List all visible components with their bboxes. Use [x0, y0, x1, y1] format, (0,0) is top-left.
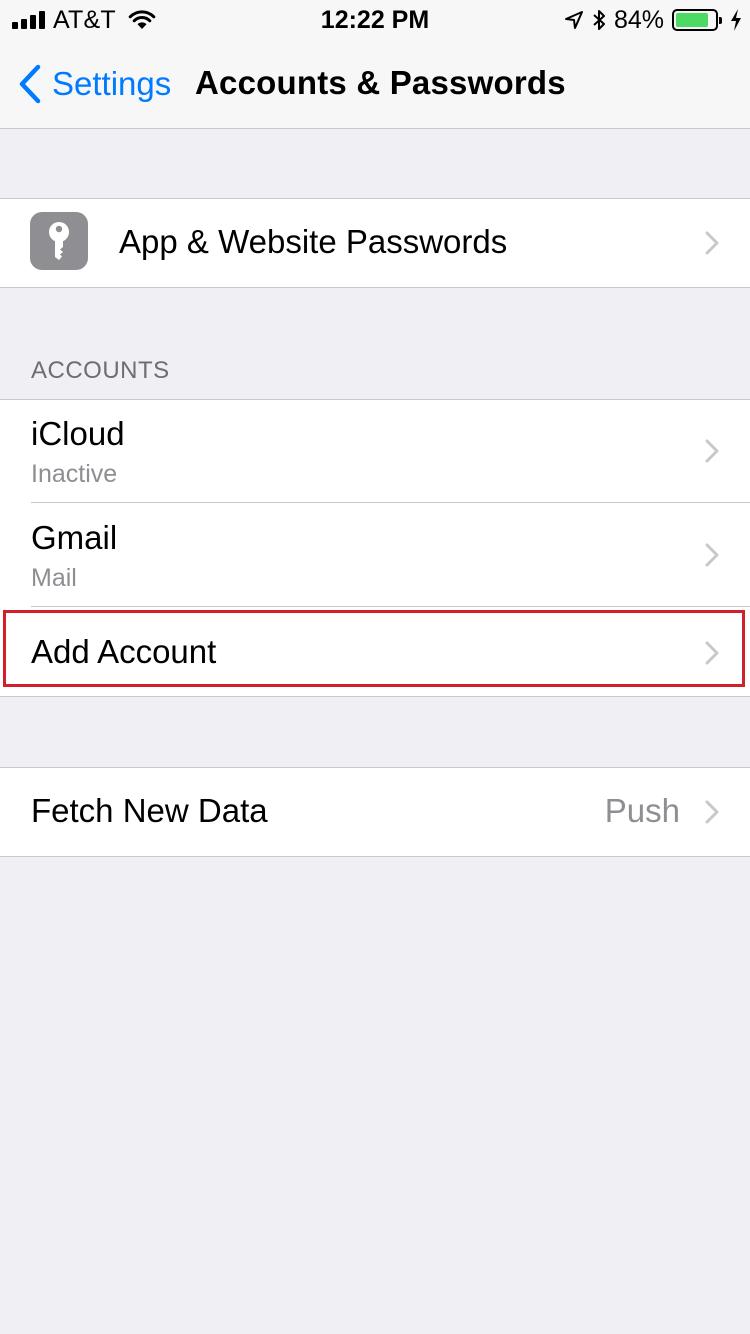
battery-fill: [676, 13, 708, 27]
fetch-group: Fetch New Data Push: [0, 767, 750, 857]
account-title: Gmail: [31, 519, 118, 556]
account-row-gmail[interactable]: Gmail Mail: [0, 503, 750, 607]
add-account-label: Add Account: [31, 633, 217, 670]
passwords-group: App & Website Passwords: [0, 198, 750, 288]
battery-icon: [672, 9, 722, 31]
chevron-right-icon: [705, 543, 719, 567]
app-website-passwords-row[interactable]: App & Website Passwords: [0, 199, 750, 287]
back-button[interactable]: Settings: [18, 62, 171, 106]
back-button-label: Settings: [52, 65, 172, 102]
accounts-section-header: ACCOUNTS: [31, 357, 170, 384]
account-subtitle: Mail: [31, 564, 77, 592]
status-right: 84%: [564, 6, 742, 34]
account-row-icloud[interactable]: iCloud Inactive: [0, 400, 750, 503]
chevron-right-icon: [705, 800, 719, 824]
status-bar: AT&T 12:22 PM 84%: [0, 0, 750, 40]
battery-percent: 84%: [613, 5, 664, 34]
page-title: Accounts & Passwords: [195, 64, 566, 101]
app-website-passwords-label: App & Website Passwords: [119, 223, 508, 260]
bluetooth-icon: [593, 10, 605, 30]
fetch-new-data-label: Fetch New Data: [31, 792, 268, 829]
chevron-right-icon: [705, 231, 719, 255]
charging-bolt-icon: [731, 9, 741, 31]
account-subtitle: Inactive: [31, 460, 118, 488]
account-title: iCloud: [31, 415, 125, 452]
add-account-row[interactable]: Add Account: [0, 607, 750, 696]
fetch-new-data-row[interactable]: Fetch New Data Push: [0, 768, 750, 856]
chevron-left-icon: [19, 64, 41, 104]
chevron-right-icon: [705, 641, 719, 665]
chevron-right-icon: [705, 439, 719, 463]
accounts-group: iCloud Inactive Gmail Mail Add Account: [0, 399, 750, 697]
top-bar: AT&T 12:22 PM 84% Settings Accounts & Pa…: [0, 0, 750, 129]
fetch-new-data-value: Push: [604, 792, 680, 829]
key-icon: [30, 212, 88, 270]
settings-screen: AT&T 12:22 PM 84% Settings Accounts & Pa…: [0, 0, 750, 1334]
location-arrow-icon: [564, 11, 583, 29]
navigation-bar: Settings Accounts & Passwords: [0, 40, 750, 129]
